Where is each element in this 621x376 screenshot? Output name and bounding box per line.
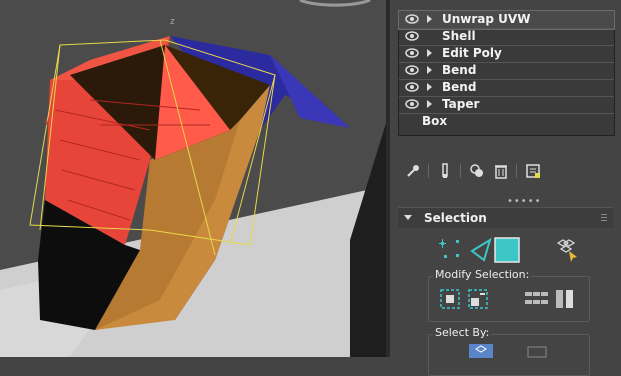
grow-selection-icon[interactable] [439, 288, 461, 310]
modify-selection-label: Modify Selection: [433, 268, 532, 281]
selection-rollout-header[interactable]: Selection [398, 207, 613, 228]
stack-toolbar [398, 158, 613, 184]
select-by-label: Select By: [433, 326, 492, 339]
panel-resize-dots[interactable]: ••••• [507, 196, 542, 207]
show-end-result-icon[interactable] [436, 162, 454, 180]
modifier-item-taper[interactable]: Taper [399, 96, 614, 114]
base-object-label: Box [422, 114, 448, 128]
axis-y-label: y [44, 117, 50, 127]
modify-selection-group: Modify Selection: [428, 268, 590, 322]
scene-canvas[interactable]: z y [0, 0, 390, 357]
expand-arrow-icon[interactable] [427, 15, 432, 23]
modifier-label: Bend [442, 80, 477, 94]
configure-sets-icon[interactable] [524, 162, 542, 180]
select-edge-loop-icon[interactable] [553, 288, 577, 310]
rollout-title: Selection [424, 211, 487, 225]
modifier-label: Unwrap UVW [442, 12, 531, 26]
modifier-item-unwrap-uvw[interactable]: Unwrap UVW [398, 10, 615, 30]
modifier-stack: Unwrap UVW Shell Edit Poly Bend Bend Tap… [398, 10, 615, 136]
select-edge-ring-icon[interactable] [523, 288, 551, 310]
eye-icon[interactable] [405, 64, 419, 76]
make-unique-icon[interactable] [468, 162, 486, 180]
expand-arrow-icon[interactable] [427, 100, 432, 108]
element-mode-icon[interactable] [553, 237, 579, 263]
eye-icon[interactable] [405, 98, 419, 110]
expand-arrow-icon[interactable] [427, 49, 432, 57]
select-by-group: Select By: [428, 326, 590, 376]
modifier-label: Bend [442, 63, 477, 77]
shrink-selection-icon[interactable] [467, 288, 489, 310]
command-panel: Unwrap UVW Shell Edit Poly Bend Bend Tap… [390, 0, 621, 376]
modifier-item-edit-poly[interactable]: Edit Poly [399, 45, 614, 63]
viewport-3d[interactable]: z y [0, 0, 390, 357]
modifier-item-bend-2[interactable]: Bend [399, 79, 614, 97]
expand-arrow-icon[interactable] [427, 66, 432, 74]
eye-icon[interactable] [405, 81, 419, 93]
vertex-mode-icon[interactable] [438, 237, 464, 263]
polygon-mode-icon[interactable] [494, 237, 520, 263]
axis-z-label: z [170, 17, 175, 27]
remove-modifier-icon[interactable] [492, 162, 510, 180]
eye-icon[interactable] [405, 30, 419, 42]
edge-mode-icon[interactable] [468, 237, 494, 263]
modifier-item-shell[interactable]: Shell [399, 28, 614, 46]
modifier-label: Shell [442, 29, 476, 43]
eye-icon[interactable] [405, 47, 419, 59]
eye-icon[interactable] [405, 13, 419, 25]
modifier-item-bend[interactable]: Bend [399, 62, 614, 80]
select-by-angle-icon[interactable] [525, 344, 549, 358]
expand-arrow-icon[interactable] [427, 83, 432, 91]
pin-stack-icon[interactable] [404, 162, 422, 180]
rollout-grip-icon[interactable] [601, 213, 607, 221]
modifier-label: Edit Poly [442, 46, 502, 60]
select-by-element-icon[interactable] [469, 344, 493, 358]
modifier-label: Taper [442, 97, 480, 111]
collapse-triangle-icon [404, 215, 412, 220]
base-object-box[interactable]: Box [399, 113, 614, 130]
